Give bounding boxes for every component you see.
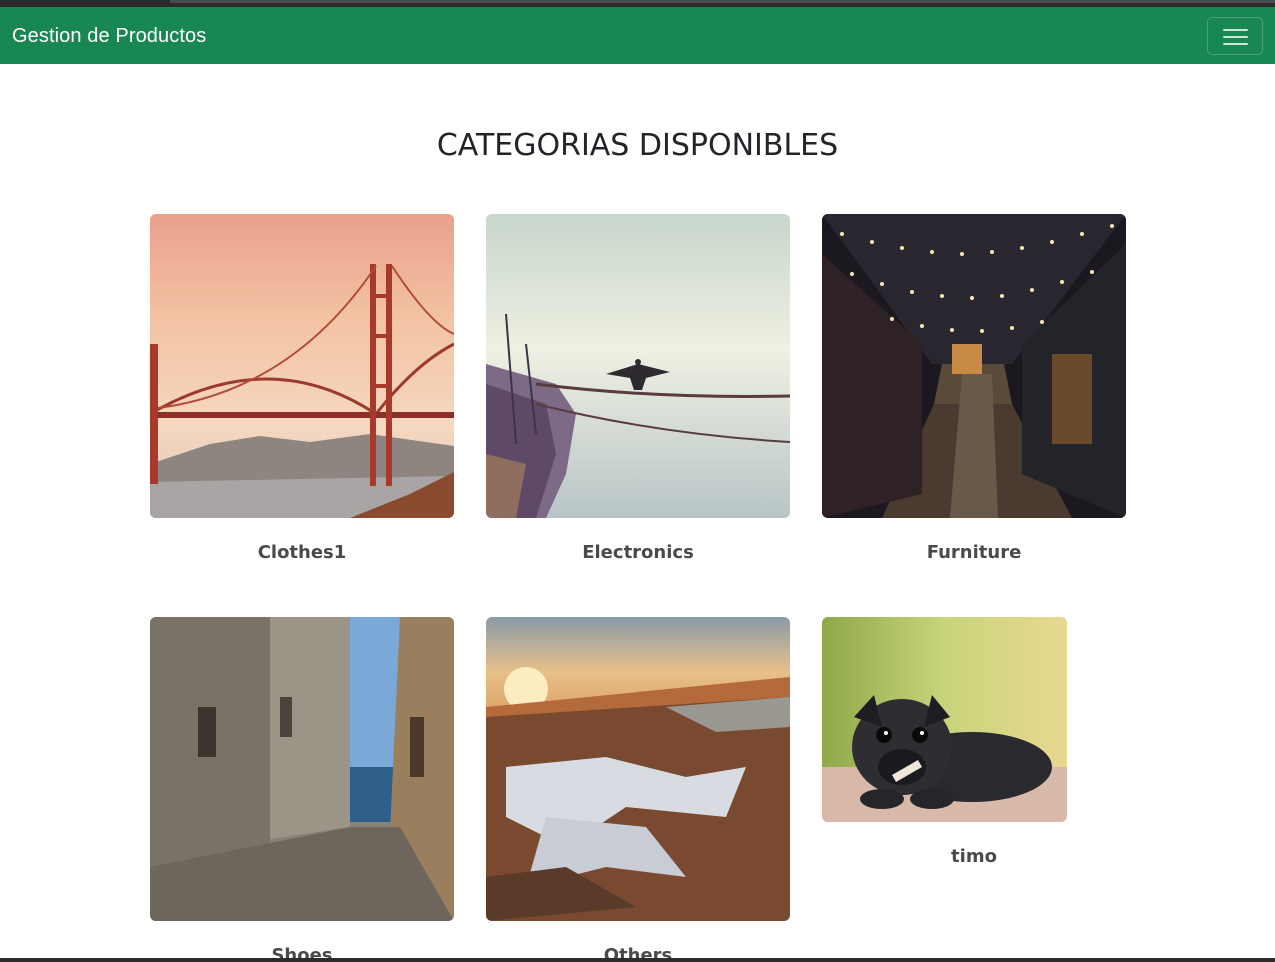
- category-name: Clothes1: [257, 542, 347, 563]
- category-card-clothes1[interactable]: Clothes1: [150, 214, 454, 563]
- category-card-others[interactable]: Others: [486, 617, 790, 962]
- narrow-street-sea-view-photo[interactable]: [150, 617, 454, 921]
- black-pug-puppy-photo[interactable]: [822, 617, 1067, 822]
- golden-gate-bridge-photo[interactable]: [150, 214, 454, 518]
- string-lights-alley-photo[interactable]: [822, 214, 1126, 518]
- category-name: Electronics: [582, 542, 694, 563]
- category-card-timo[interactable]: timo: [822, 617, 1126, 867]
- page-title: CATEGORIAS DISPONIBLES: [436, 128, 839, 163]
- navbar: Gestion de Productos: [0, 7, 1275, 64]
- navbar-brand[interactable]: Gestion de Productos: [12, 25, 206, 48]
- category-name: timo: [951, 846, 997, 867]
- category-card-shoes[interactable]: Shoes: [150, 617, 454, 962]
- sunset-frozen-field-photo[interactable]: [486, 617, 790, 921]
- category-name: Furniture: [926, 542, 1022, 563]
- bird-on-boat-rope-photo[interactable]: [486, 214, 790, 518]
- navbar-toggler-button[interactable]: [1207, 17, 1263, 55]
- category-card-electronics[interactable]: Electronics: [486, 214, 790, 563]
- browser-top-strip: [0, 0, 1275, 7]
- category-card-furniture[interactable]: Furniture: [822, 214, 1126, 563]
- browser-bottom-strip: [0, 958, 1275, 962]
